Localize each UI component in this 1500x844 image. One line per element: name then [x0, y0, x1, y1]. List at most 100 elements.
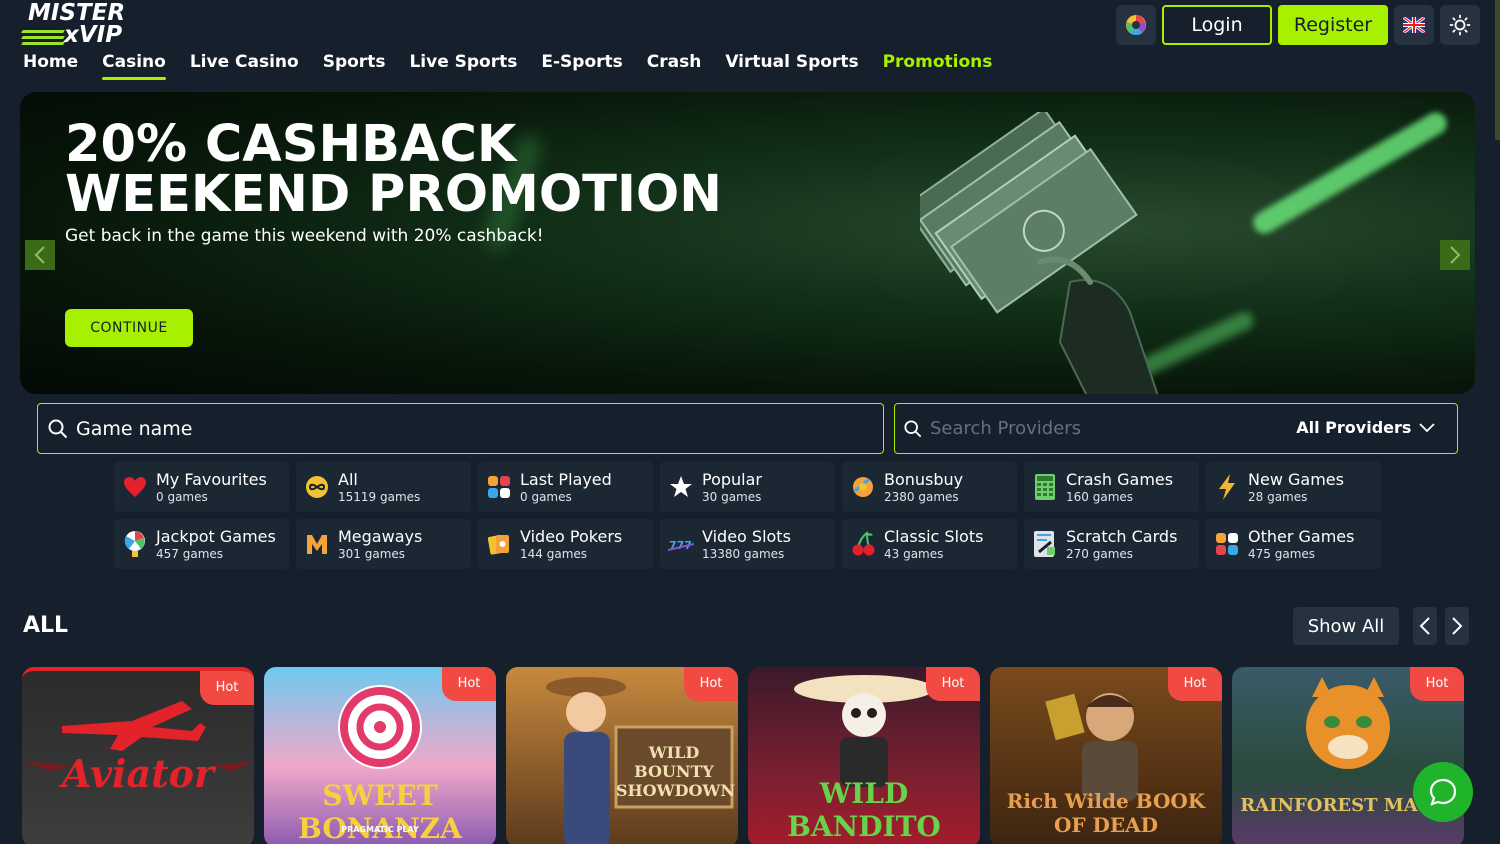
hot-badge: Hot [200, 671, 254, 705]
category-count: 30 games [702, 489, 762, 504]
nav-live-sports[interactable]: Live Sports [409, 52, 517, 78]
continue-button[interactable]: CONTINUE [65, 309, 193, 347]
hot-badge: Hot [926, 667, 980, 701]
scratch-card-icon [1032, 531, 1058, 557]
infinity-icon [304, 474, 330, 500]
category-name: All [338, 469, 358, 489]
wheel-icon [122, 531, 148, 557]
category-my-favourites[interactable]: My Favourites 0 games [114, 462, 289, 512]
category-name: Scratch Cards [1066, 526, 1178, 546]
category-all[interactable]: All 15119 games [296, 462, 471, 512]
category-other-games[interactable]: Other Games 475 games [1206, 519, 1381, 569]
category-count: 2380 games [884, 489, 959, 504]
category-count: 301 games [338, 546, 406, 561]
provider-search-input[interactable]: Search Providers All Providers [894, 403, 1458, 454]
chat-icon [1429, 778, 1457, 806]
promo-banner: 20% CASHBACK WEEKEND PROMOTION Get back … [20, 92, 1475, 394]
header-actions: Login Register [1116, 5, 1480, 45]
category-grid: My Favourites 0 games All 15119 games Last… [114, 462, 1381, 569]
nav-promotions[interactable]: Promotions [883, 52, 993, 78]
category-video-slots[interactable]: 777 Video Slots 13380 games [660, 519, 835, 569]
category-count: 144 games [520, 546, 588, 561]
live-chat-button[interactable] [1413, 762, 1473, 822]
register-button[interactable]: Register [1278, 5, 1388, 45]
hot-badge: Hot [1410, 667, 1464, 701]
category-name: Jackpot Games [156, 526, 276, 546]
game-card-sweet-bonanza[interactable]: SWEET BONANZA PRAGMATIC PLAY Hot [264, 667, 496, 844]
category-crash-games[interactable]: Crash Games 160 games [1024, 462, 1199, 512]
nav-virtual-sports[interactable]: Virtual Sports [725, 52, 858, 78]
lightning-icon [1214, 474, 1240, 500]
category-name: My Favourites [156, 469, 267, 489]
uk-flag-icon [1403, 17, 1425, 33]
category-count: 15119 games [338, 489, 421, 504]
category-classic-slots[interactable]: Classic Slots 43 games [842, 519, 1017, 569]
nav-live-casino[interactable]: Live Casino [190, 52, 299, 78]
category-video-pokers[interactable]: Video Pokers 144 games [478, 519, 653, 569]
game-card-aviator[interactable]: Aviator Hot [22, 667, 254, 844]
category-count: 475 games [1248, 546, 1316, 561]
banner-money-hand-image [920, 112, 1159, 394]
hot-badge: Hot [442, 667, 496, 701]
nav-home[interactable]: Home [23, 52, 78, 78]
game-card-wild-bounty-showdown[interactable]: WILD BOUNTY SHOWDOWN Hot [506, 667, 738, 844]
category-last-played[interactable]: Last Played 0 games [478, 462, 653, 512]
grid-icon [1214, 531, 1240, 557]
show-all-button[interactable]: Show All [1293, 607, 1399, 645]
chevron-right-icon [1452, 617, 1463, 635]
category-name: Bonusbuy [884, 469, 964, 489]
game-title: Aviator [62, 751, 214, 796]
brightness-icon [1449, 14, 1471, 36]
chevron-left-icon [34, 246, 45, 264]
category-bonusbuy[interactable]: Bonusbuy 2380 games [842, 462, 1017, 512]
category-name: Megaways [338, 526, 423, 546]
game-search-input[interactable]: Game name [37, 403, 884, 454]
chevron-left-icon [1419, 617, 1430, 635]
calculator-icon [1032, 474, 1058, 500]
category-name: Popular [702, 469, 762, 489]
brand-logo[interactable]: MISTER xVIP [21, 2, 132, 48]
game-title: WILD BOUNTY SHOWDOWN [616, 743, 735, 800]
game-card-wild-bandito[interactable]: WILD BANDITO Hot [748, 667, 980, 844]
banner-title: 20% CASHBACK WEEKEND PROMOTION [65, 119, 722, 220]
banner-glow [1249, 108, 1451, 238]
games-row: Aviator Hot SWEET BONANZA PRAGMATIC PLAY… [22, 667, 1464, 844]
nav-e-sports[interactable]: E-Sports [541, 52, 622, 78]
theme-toggle-button[interactable] [1440, 5, 1480, 45]
category-megaways[interactable]: Megaways 301 games [296, 519, 471, 569]
game-provider: PRAGMATIC PLAY [341, 825, 419, 834]
login-button[interactable]: Login [1162, 5, 1272, 45]
search-icon [48, 419, 68, 438]
category-new-games[interactable]: New Games 28 games [1206, 462, 1381, 512]
category-scratch-cards[interactable]: Scratch Cards 270 games [1024, 519, 1199, 569]
games-next-button[interactable] [1445, 607, 1469, 645]
banner-next-button[interactable] [1440, 240, 1470, 270]
category-name: Other Games [1248, 526, 1355, 546]
banner-title-line2: WEEKEND PROMOTION [65, 165, 722, 224]
color-wheel-button[interactable] [1116, 5, 1156, 45]
search-icon [904, 419, 922, 437]
nav-sports[interactable]: Sports [323, 52, 386, 78]
language-button[interactable] [1394, 5, 1434, 45]
category-count: 160 games [1066, 489, 1134, 504]
games-prev-button[interactable] [1413, 607, 1437, 645]
category-jackpot-games[interactable]: Jackpot Games 457 games [114, 519, 289, 569]
category-popular[interactable]: Popular 30 games [660, 462, 835, 512]
nav-casino[interactable]: Casino [102, 52, 166, 80]
category-count: 13380 games [702, 546, 785, 561]
star-icon [668, 474, 694, 500]
chevron-right-icon [1450, 246, 1461, 264]
provider-filter-dropdown[interactable]: All Providers [1296, 418, 1435, 437]
category-name: New Games [1248, 469, 1344, 489]
page-scrollbar[interactable] [1495, 0, 1500, 140]
nav-crash[interactable]: Crash [647, 52, 702, 78]
category-name: Classic Slots [884, 526, 984, 546]
provider-filter-label: All Providers [1296, 418, 1412, 437]
section-title: ALL [23, 613, 69, 638]
category-count: 457 games [156, 546, 224, 561]
main-nav: Home Casino Live Casino Sports Live Spor… [23, 52, 1016, 80]
heart-icon [122, 474, 148, 500]
category-count: 28 games [1248, 489, 1308, 504]
game-card-book-of-dead[interactable]: Rich Wilde BOOK OF DEAD Hot [990, 667, 1222, 844]
banner-prev-button[interactable] [25, 240, 55, 270]
